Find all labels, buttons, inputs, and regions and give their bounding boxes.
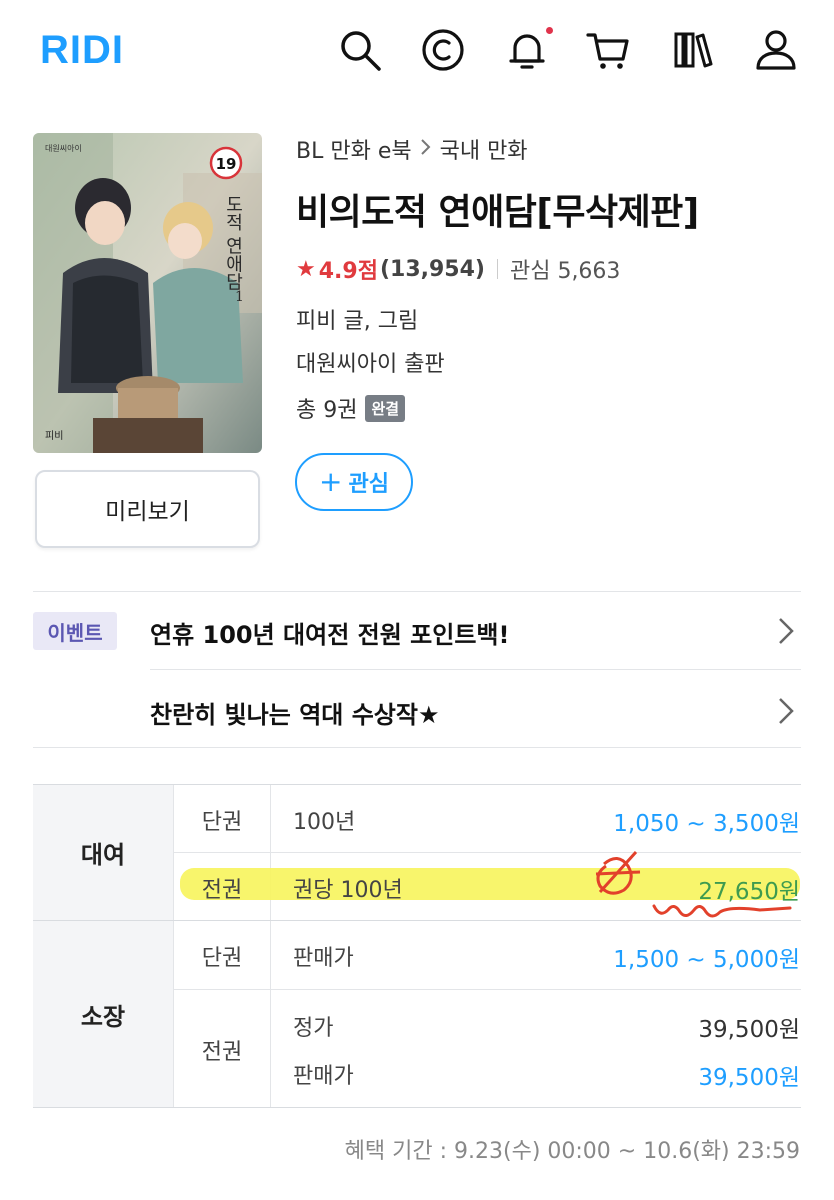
divider <box>270 785 271 1107</box>
own-single-type: 단권 <box>201 946 243 971</box>
divider <box>33 920 801 921</box>
library-icon[interactable] <box>670 26 718 74</box>
rent-single-price[interactable]: 1,050 ~ 3,500원 <box>613 804 800 838</box>
event-item-1[interactable]: 연휴 100년 대여전 전원 포인트백! <box>150 615 509 650</box>
wishlist-button-label: 관심 <box>348 472 389 497</box>
divider <box>33 747 801 748</box>
cover-age-badge: 19 <box>216 155 237 173</box>
own-set-type: 전권 <box>201 1040 243 1065</box>
divider <box>174 989 801 990</box>
volume-count: 총 9권 <box>296 398 358 423</box>
cover-publisher-text: 대원씨아이 <box>45 143 82 153</box>
book-title: 비의도적 연애담[무삭제판] <box>296 192 699 233</box>
cover-volume: 1 <box>235 289 244 305</box>
event-item-2[interactable]: 찬란히 빛나는 역대 수상작★ <box>150 695 439 730</box>
preview-button[interactable]: 미리보기 <box>35 470 260 548</box>
own-set-sale-label: 판매가 <box>293 1064 354 1089</box>
benefit-period: 혜택 기간 : 9.23(수) 00:00 ~ 10.6(화) 23:59 <box>344 1139 800 1164</box>
wishlist-count: 관심 5,663 <box>509 259 621 284</box>
rating-score: 4.9점 <box>318 259 378 284</box>
bell-icon[interactable] <box>503 26 551 74</box>
cart-icon[interactable] <box>585 26 633 74</box>
own-label: 소장 <box>33 921 173 1107</box>
event-badge: 이벤트 <box>33 612 117 650</box>
user-icon[interactable] <box>752 26 800 74</box>
volume-info: 총 9권 완결 <box>296 392 406 424</box>
ridi-logo[interactable]: RIDI <box>40 28 124 73</box>
divider <box>33 591 801 592</box>
rent-single-desc: 100년 <box>293 810 356 835</box>
chevron-right-icon[interactable] <box>776 616 796 646</box>
header: RIDI <box>0 0 834 105</box>
rent-set-desc: 권당 100년 <box>293 878 403 903</box>
cash-icon[interactable] <box>419 26 467 74</box>
wishlist-button[interactable]: + 관심 <box>295 453 413 511</box>
cover-author-text: 피비 <box>45 430 63 442</box>
book-cover[interactable]: 대원씨아이 19 도적 연애담 1 피비 <box>33 133 262 453</box>
own-set-list-label: 정가 <box>293 1016 334 1041</box>
cover-title-text: 도적 연애담 <box>223 195 244 291</box>
divider <box>150 669 801 670</box>
own-set-sale-price[interactable]: 39,500원 <box>698 1058 800 1092</box>
rent-set-price[interactable]: 27,650원 <box>698 872 800 906</box>
own-single-price[interactable]: 1,500 ~ 5,000원 <box>613 940 800 974</box>
rent-single-type: 단권 <box>201 810 243 835</box>
rent-label: 대여 <box>33 785 173 920</box>
rating-count[interactable]: (13,954) <box>380 257 485 282</box>
publisher[interactable]: 대원씨아이 출판 <box>296 346 445 378</box>
breadcrumb: BL 만화 e북 국내 만화 <box>296 133 528 165</box>
star-icon: ★ <box>296 256 316 282</box>
divider <box>174 852 801 853</box>
own-single-desc: 판매가 <box>293 946 354 971</box>
chevron-right-icon <box>420 137 432 161</box>
notification-dot <box>546 27 553 34</box>
search-icon[interactable] <box>336 26 384 74</box>
plus-icon: + <box>319 465 343 498</box>
chevron-right-icon[interactable] <box>776 696 796 726</box>
breadcrumb-item-category[interactable]: BL 만화 e북 <box>296 133 412 165</box>
rent-set-type: 전권 <box>201 878 243 903</box>
own-set-list-price: 39,500원 <box>698 1017 800 1043</box>
divider <box>496 259 498 279</box>
author[interactable]: 피비 글, 그림 <box>296 303 418 335</box>
status-badge: 완결 <box>365 394 406 422</box>
breadcrumb-item-subcategory[interactable]: 국내 만화 <box>440 133 528 165</box>
rating-row: ★ 4.9점 (13,954) 관심 5,663 <box>296 253 620 285</box>
